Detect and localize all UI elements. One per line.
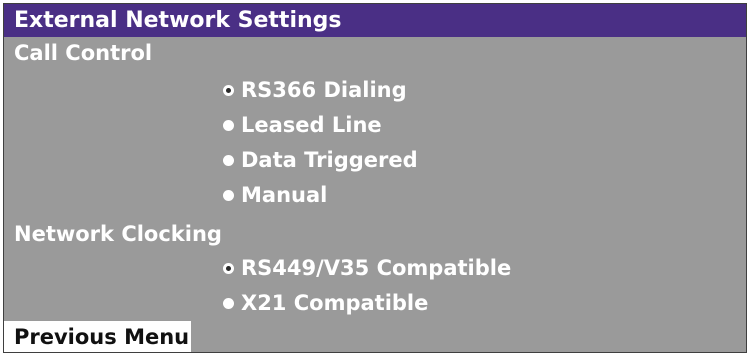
option-x21-compatible[interactable]: X21 Compatible — [223, 287, 428, 320]
page-title: External Network Settings — [4, 4, 746, 37]
option-label: Data Triggered — [241, 148, 418, 172]
option-leased-line[interactable]: Leased Line — [223, 109, 382, 142]
radio-unselected-icon[interactable] — [223, 298, 234, 309]
option-data-triggered[interactable]: Data Triggered — [223, 144, 418, 177]
radio-unselected-icon[interactable] — [223, 155, 234, 166]
option-label: RS449/V35 Compatible — [241, 256, 512, 280]
option-rs366-dialing[interactable]: RS366 Dialing — [223, 74, 407, 107]
option-rs449-v35-compatible[interactable]: RS449/V35 Compatible — [223, 252, 511, 285]
option-label: Leased Line — [241, 113, 382, 137]
option-label: RS366 Dialing — [241, 78, 407, 102]
radio-selected-icon[interactable] — [223, 85, 234, 96]
option-manual[interactable]: Manual — [223, 179, 327, 212]
radio-selected-icon[interactable] — [223, 263, 234, 274]
previous-menu-button[interactable]: Previous Menu — [4, 321, 192, 352]
call-control-label: Call Control — [14, 41, 153, 65]
radio-unselected-icon[interactable] — [223, 190, 234, 201]
network-clocking-label: Network Clocking — [14, 222, 222, 246]
menu-screen: External Network Settings Call Control R… — [3, 3, 747, 353]
option-label: Manual — [241, 183, 328, 207]
option-label: X21 Compatible — [241, 291, 429, 315]
radio-unselected-icon[interactable] — [223, 120, 234, 131]
